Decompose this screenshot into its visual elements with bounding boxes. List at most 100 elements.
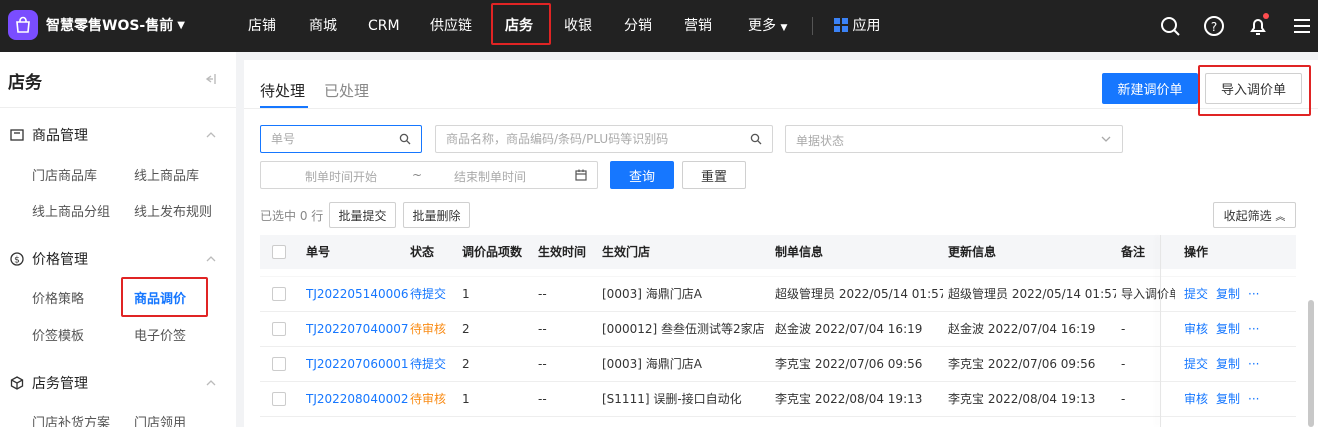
updated-info: 赵金波 2022/07/04 16:19 bbox=[948, 322, 1096, 336]
status-badge: 待审核 bbox=[410, 322, 447, 336]
table-scrollbar[interactable] bbox=[1308, 300, 1314, 427]
order-no-input[interactable] bbox=[271, 126, 391, 152]
item-count: 1 bbox=[462, 392, 470, 406]
column-header-updated-info: 更新信息 bbox=[948, 245, 997, 259]
query-button[interactable]: 查询 bbox=[610, 161, 674, 189]
table-row[interactable]: TJ202208040002 待审核 1 -- [S1111] 误删-接口自动化… bbox=[260, 382, 1296, 417]
top-navbar: 智慧零售WOS-售前 ▼ 店铺 商城 CRM 供应链 店务 收银 分销 营销 更… bbox=[0, 0, 1318, 52]
search-icon[interactable] bbox=[1157, 13, 1183, 39]
new-adjustment-button[interactable]: 新建调价单 bbox=[1102, 73, 1198, 104]
status-select[interactable]: 单据状态 bbox=[785, 125, 1123, 153]
nav-distribution[interactable]: 分销 bbox=[624, 0, 652, 52]
nav-shop[interactable]: 店铺 bbox=[248, 0, 276, 52]
effective-store: [S1111] 误删-接口自动化 bbox=[602, 392, 742, 406]
fixed-column-shadow bbox=[1160, 235, 1161, 427]
table-row[interactable]: TJ202207040007 待审核 2 -- [000012] 叁叁伍测试等2… bbox=[260, 312, 1296, 347]
more-actions-icon[interactable]: ··· bbox=[1248, 347, 1259, 382]
menu-icon[interactable] bbox=[1289, 13, 1315, 39]
more-actions-icon[interactable]: ··· bbox=[1248, 312, 1259, 347]
effective-time: -- bbox=[538, 322, 547, 336]
sidebar-item-online-products[interactable]: 线上商品库 bbox=[134, 165, 199, 184]
row-checkbox[interactable] bbox=[272, 287, 286, 301]
nav-crm[interactable]: CRM bbox=[368, 0, 400, 52]
sidebar-item-publish-rules[interactable]: 线上发布规则 bbox=[134, 201, 212, 220]
import-adjustment-button[interactable]: 导入调价单 bbox=[1205, 73, 1302, 104]
app-switcher[interactable]: 智慧零售WOS-售前 ▼ bbox=[8, 10, 185, 40]
tab-pending[interactable]: 待处理 bbox=[260, 80, 305, 101]
shopping-bag-icon bbox=[8, 10, 38, 40]
nav-more-label: 更多 bbox=[748, 18, 776, 34]
chevron-up-icon[interactable] bbox=[205, 129, 217, 141]
nav-marketing[interactable]: 营销 bbox=[684, 0, 712, 52]
copy-action[interactable]: 复制 bbox=[1216, 382, 1240, 417]
item-count: 1 bbox=[462, 287, 470, 301]
sidebar-item-store-products[interactable]: 门店商品库 bbox=[32, 165, 97, 184]
search-icon bbox=[399, 133, 411, 145]
order-no-link[interactable]: TJ202207060001 bbox=[306, 347, 409, 382]
order-no-link[interactable]: TJ202208040002 bbox=[306, 382, 409, 417]
table-row-partial bbox=[260, 269, 1296, 277]
status-badge: 待审核 bbox=[410, 392, 447, 406]
sidebar-item-e-price-tag[interactable]: 电子价签 bbox=[134, 325, 186, 344]
effective-store: [000012] 叁叁伍测试等2家店 bbox=[602, 322, 765, 336]
sidebar-item-price-strategy[interactable]: 价格策略 bbox=[32, 288, 84, 307]
sidebar-group-price[interactable]: $ 价格管理 bbox=[10, 249, 88, 269]
notification-dot bbox=[1263, 13, 1269, 19]
submit-action[interactable]: 提交 bbox=[1184, 277, 1208, 312]
chevron-up-icon[interactable] bbox=[205, 377, 217, 389]
search-icon bbox=[750, 133, 762, 145]
tab-processed[interactable]: 已处理 bbox=[324, 80, 369, 101]
row-checkbox[interactable] bbox=[272, 322, 286, 336]
sidebar-group-store[interactable]: 店务管理 bbox=[10, 373, 88, 393]
order-no-link[interactable]: TJ202207040007 bbox=[306, 312, 409, 347]
nav-more[interactable]: 更多 ▼ bbox=[748, 0, 787, 52]
nav-mall[interactable]: 商城 bbox=[309, 0, 337, 52]
help-icon[interactable]: ? bbox=[1201, 13, 1227, 39]
sidebar-item-replenish-plan[interactable]: 门店补货方案 bbox=[32, 412, 110, 427]
order-no-link[interactable]: TJ202205140006 bbox=[306, 277, 409, 312]
updated-info: 李克宝 2022/08/04 19:13 bbox=[948, 392, 1096, 406]
svg-text:?: ? bbox=[1211, 20, 1217, 34]
copy-action[interactable]: 复制 bbox=[1216, 312, 1240, 347]
active-sidebar-highlight bbox=[121, 277, 208, 317]
review-action[interactable]: 审核 bbox=[1184, 382, 1208, 417]
order-no-field[interactable] bbox=[260, 125, 422, 153]
sidebar-group-product[interactable]: 商品管理 bbox=[10, 125, 88, 145]
chevron-up-icon[interactable] bbox=[205, 253, 217, 265]
apps-grid-icon bbox=[834, 18, 848, 32]
collapse-sidebar-icon[interactable] bbox=[203, 72, 217, 86]
more-actions-icon[interactable]: ··· bbox=[1248, 277, 1259, 312]
table-row[interactable]: TJ202205140006 待提交 1 -- [0003] 海鼎门店A 超级管… bbox=[260, 277, 1296, 312]
date-range-field[interactable]: 制单时间开始 ~ 结束制单时间 bbox=[260, 161, 598, 189]
more-actions-icon[interactable]: ··· bbox=[1248, 382, 1259, 417]
date-range-separator: ~ bbox=[412, 168, 423, 182]
nav-apps[interactable]: 应用 bbox=[834, 0, 880, 52]
copy-action[interactable]: 复制 bbox=[1216, 277, 1240, 312]
reset-button[interactable]: 重置 bbox=[682, 161, 746, 189]
sidebar-item-store-requisition[interactable]: 门店领用 bbox=[134, 412, 186, 427]
row-checkbox[interactable] bbox=[272, 357, 286, 371]
batch-submit-button[interactable]: 批量提交 bbox=[329, 202, 396, 228]
bell-icon[interactable] bbox=[1245, 13, 1271, 39]
nav-cashier[interactable]: 收银 bbox=[564, 0, 592, 52]
chevron-down-icon bbox=[1101, 136, 1111, 142]
select-all-checkbox[interactable] bbox=[272, 245, 286, 259]
column-header-note: 备注 bbox=[1121, 245, 1146, 259]
review-action[interactable]: 审核 bbox=[1184, 312, 1208, 347]
nav-supply-chain[interactable]: 供应链 bbox=[430, 0, 472, 52]
product-search-input[interactable] bbox=[446, 126, 742, 152]
copy-action[interactable]: 复制 bbox=[1216, 347, 1240, 382]
status-badge: 待提交 bbox=[410, 287, 447, 301]
collapse-filter-button[interactable]: 收起筛选 ︽ bbox=[1213, 202, 1296, 228]
product-search-field[interactable] bbox=[435, 125, 773, 153]
table-row[interactable]: TJ202207060001 待提交 2 -- [0003] 海鼎门店A 李克宝… bbox=[260, 347, 1296, 382]
sidebar-item-online-groups[interactable]: 线上商品分组 bbox=[32, 201, 110, 220]
sidebar-title: 店务 bbox=[8, 73, 42, 93]
collapse-filter-label: 收起筛选 bbox=[1223, 208, 1272, 223]
updated-info: 超级管理员 2022/05/14 01:57 bbox=[948, 287, 1116, 301]
created-info: 李克宝 2022/07/06 09:56 bbox=[775, 357, 923, 371]
batch-delete-button[interactable]: 批量删除 bbox=[403, 202, 470, 228]
submit-action[interactable]: 提交 bbox=[1184, 347, 1208, 382]
sidebar-item-price-tag-template[interactable]: 价签模板 bbox=[32, 325, 84, 344]
row-checkbox[interactable] bbox=[272, 392, 286, 406]
